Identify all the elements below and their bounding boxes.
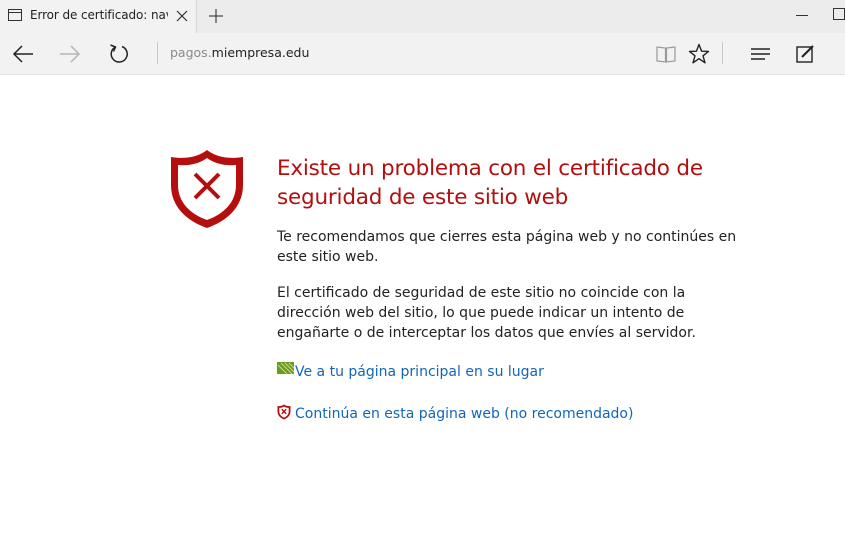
minimize-icon[interactable] — [796, 15, 808, 16]
error-heading: Existe un problema con el certificado de… — [277, 156, 703, 210]
forward-arrow-icon[interactable] — [58, 42, 82, 66]
maximize-button[interactable] — [830, 6, 845, 22]
address-separator — [157, 42, 158, 64]
maximize-icon — [833, 8, 845, 20]
close-tab-icon[interactable] — [175, 9, 189, 23]
web-note-icon[interactable] — [793, 42, 817, 66]
browser-window: Error de certificado: nave pagos.miempre… — [0, 0, 845, 553]
shield-warning-icon — [277, 404, 291, 420]
star-icon[interactable] — [687, 42, 711, 66]
refresh-icon[interactable] — [107, 42, 131, 66]
new-tab-icon[interactable] — [207, 7, 225, 25]
tab-certificate-error[interactable]: Error de certificado: nave — [0, 0, 197, 33]
tab-bar: Error de certificado: nave — [0, 0, 845, 33]
go-home-link-text[interactable]: Ve a tu página principal en su lugar — [295, 362, 544, 382]
page-icon — [8, 9, 22, 21]
address-domain: miempresa.edu — [211, 45, 310, 60]
book-icon[interactable] — [654, 42, 678, 66]
certificate-detail-text: El certificado de seguridad de este siti… — [277, 285, 696, 341]
tab-title: Error de certificado: nave — [30, 8, 168, 22]
continue-link-text[interactable]: Continúa en esta página web (no recomend… — [295, 404, 633, 424]
address-bar[interactable]: pagos.miempresa.edu — [170, 45, 309, 60]
address-subdomain: pagos. — [170, 45, 212, 60]
home-page-icon — [277, 362, 295, 375]
hub-lines-icon[interactable] — [749, 42, 773, 66]
shield-error-icon — [171, 150, 243, 228]
toolbar-separator — [722, 42, 723, 64]
recommendation-text: Te recomendamos que cierres esta página … — [277, 229, 737, 265]
back-arrow-icon[interactable] — [11, 42, 35, 66]
navigation-bar: pagos.miempresa.edu — [0, 33, 845, 75]
